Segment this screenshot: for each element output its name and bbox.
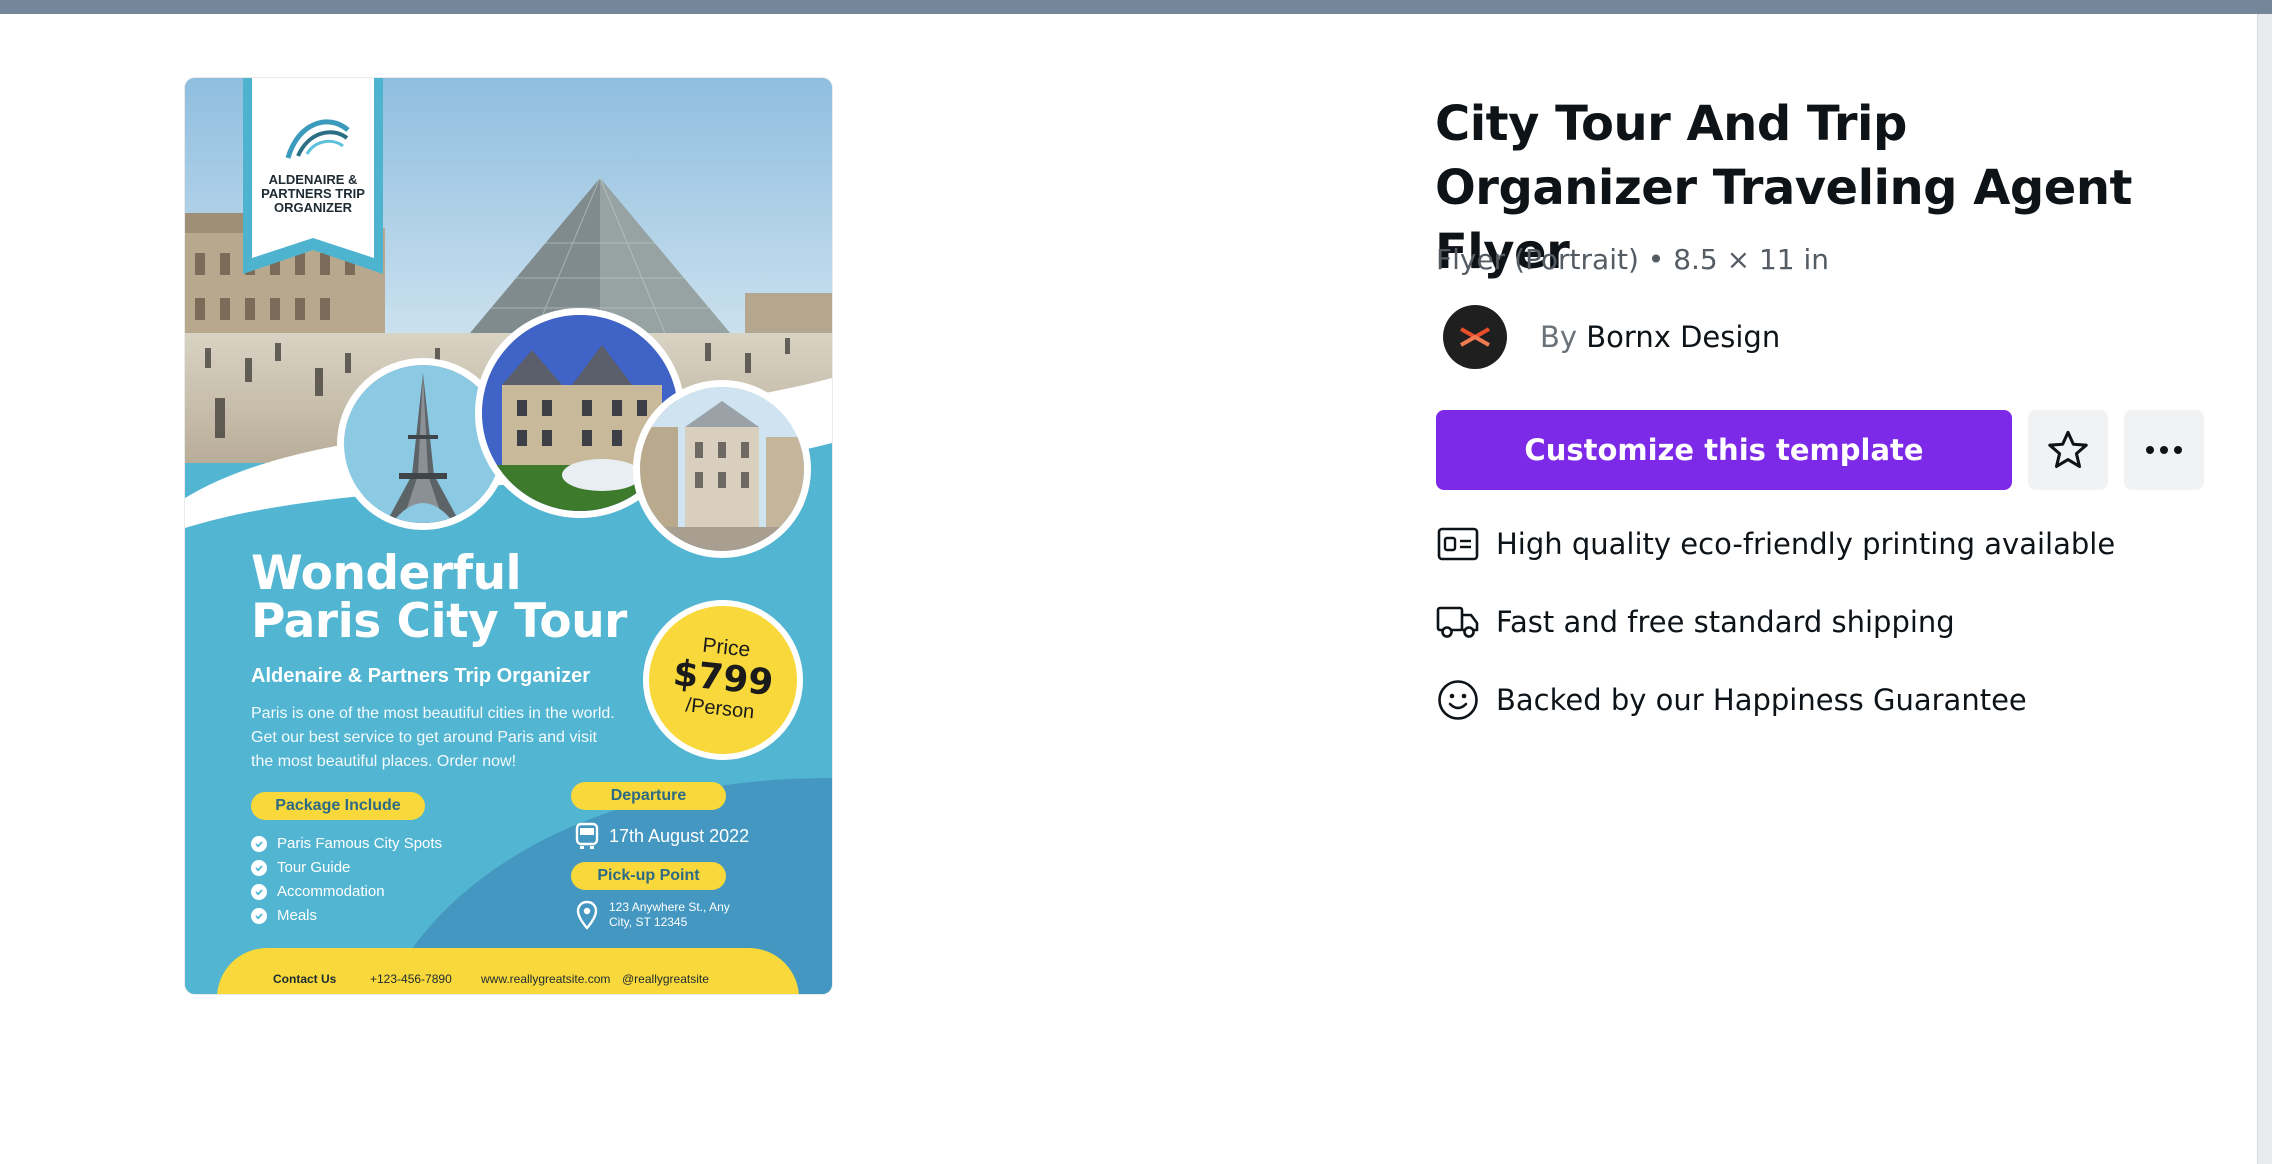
- contact-label: Contact Us: [273, 972, 337, 986]
- bus-icon: [575, 822, 599, 855]
- bordeaux-square-photo: [633, 380, 811, 558]
- feature-shipping: Fast and free standard shipping: [1436, 600, 1955, 644]
- contact-phone: +123-456-7890: [370, 972, 452, 986]
- flyer-preview[interactable]: ALDENAIRE & PARTNERS TRIP ORGANIZER Wond…: [185, 78, 832, 994]
- flyer-description: Paris is one of the most beautiful citie…: [251, 705, 615, 770]
- by-label: By: [1540, 320, 1578, 354]
- departure-date: 17th August 2022: [609, 826, 750, 846]
- smiley-icon: [1436, 678, 1480, 722]
- feature-text: Backed by our Happiness Guarantee: [1496, 683, 2027, 717]
- package-list: Paris Famous City Spots Tour Guide Accom…: [251, 832, 442, 928]
- pickup-address: 123 Anywhere St., Any City, ST 12345: [609, 900, 730, 929]
- package-item: Tour Guide: [251, 856, 442, 880]
- feature-guarantee: Backed by our Happiness Guarantee: [1436, 678, 2027, 722]
- package-item: Paris Famous City Spots: [251, 832, 442, 856]
- contact-social: @reallygreatsite: [622, 972, 709, 986]
- truck-icon: [1436, 600, 1480, 644]
- check-icon: [251, 836, 267, 852]
- contact-website: www.reallygreatsite.com: [481, 972, 611, 986]
- scrollbar-track[interactable]: [2257, 14, 2272, 1164]
- flyer-contact-bar: Contact Us +123-456-7890 www.reallygreat…: [217, 948, 799, 994]
- favorite-button[interactable]: [2028, 410, 2108, 490]
- departure-pill: Departure: [571, 782, 726, 810]
- brand-name: ALDENAIRE & PARTNERS TRIP ORGANIZER: [261, 172, 365, 215]
- feature-text: High quality eco-friendly printing avail…: [1496, 527, 2116, 561]
- location-pin-icon: [576, 900, 598, 935]
- package-include-pill: Package Include: [251, 792, 425, 820]
- package-item: Accommodation: [251, 880, 442, 904]
- flyer-headline: Wonderful Paris City Tour: [251, 546, 627, 649]
- bornx-logo-icon: [1460, 327, 1490, 347]
- browser-top-bar: [0, 0, 2272, 14]
- feature-printing: High quality eco-friendly printing avail…: [1436, 522, 2115, 566]
- pickup-pill: Pick-up Point: [571, 862, 726, 890]
- star-icon: [2048, 430, 2088, 469]
- author-avatar[interactable]: [1443, 305, 1507, 369]
- print-card-icon: [1436, 522, 1480, 566]
- package-item: Meals: [251, 904, 442, 928]
- author-name[interactable]: Bornx Design: [1586, 320, 1780, 354]
- feature-text: Fast and free standard shipping: [1496, 605, 1955, 639]
- flyer-subtitle: Aldenaire & Partners Trip Organizer: [251, 665, 590, 687]
- check-icon: [251, 860, 267, 876]
- template-meta: Flyer (Portrait) • 8.5 × 11 in: [1436, 243, 1830, 276]
- more-horizontal-icon: [2146, 446, 2182, 454]
- more-options-button[interactable]: [2124, 410, 2204, 490]
- customize-template-button[interactable]: Customize this template: [1436, 410, 2012, 490]
- check-icon: [251, 908, 267, 924]
- check-icon: [251, 884, 267, 900]
- author-byline[interactable]: By Bornx Design: [1540, 320, 1780, 354]
